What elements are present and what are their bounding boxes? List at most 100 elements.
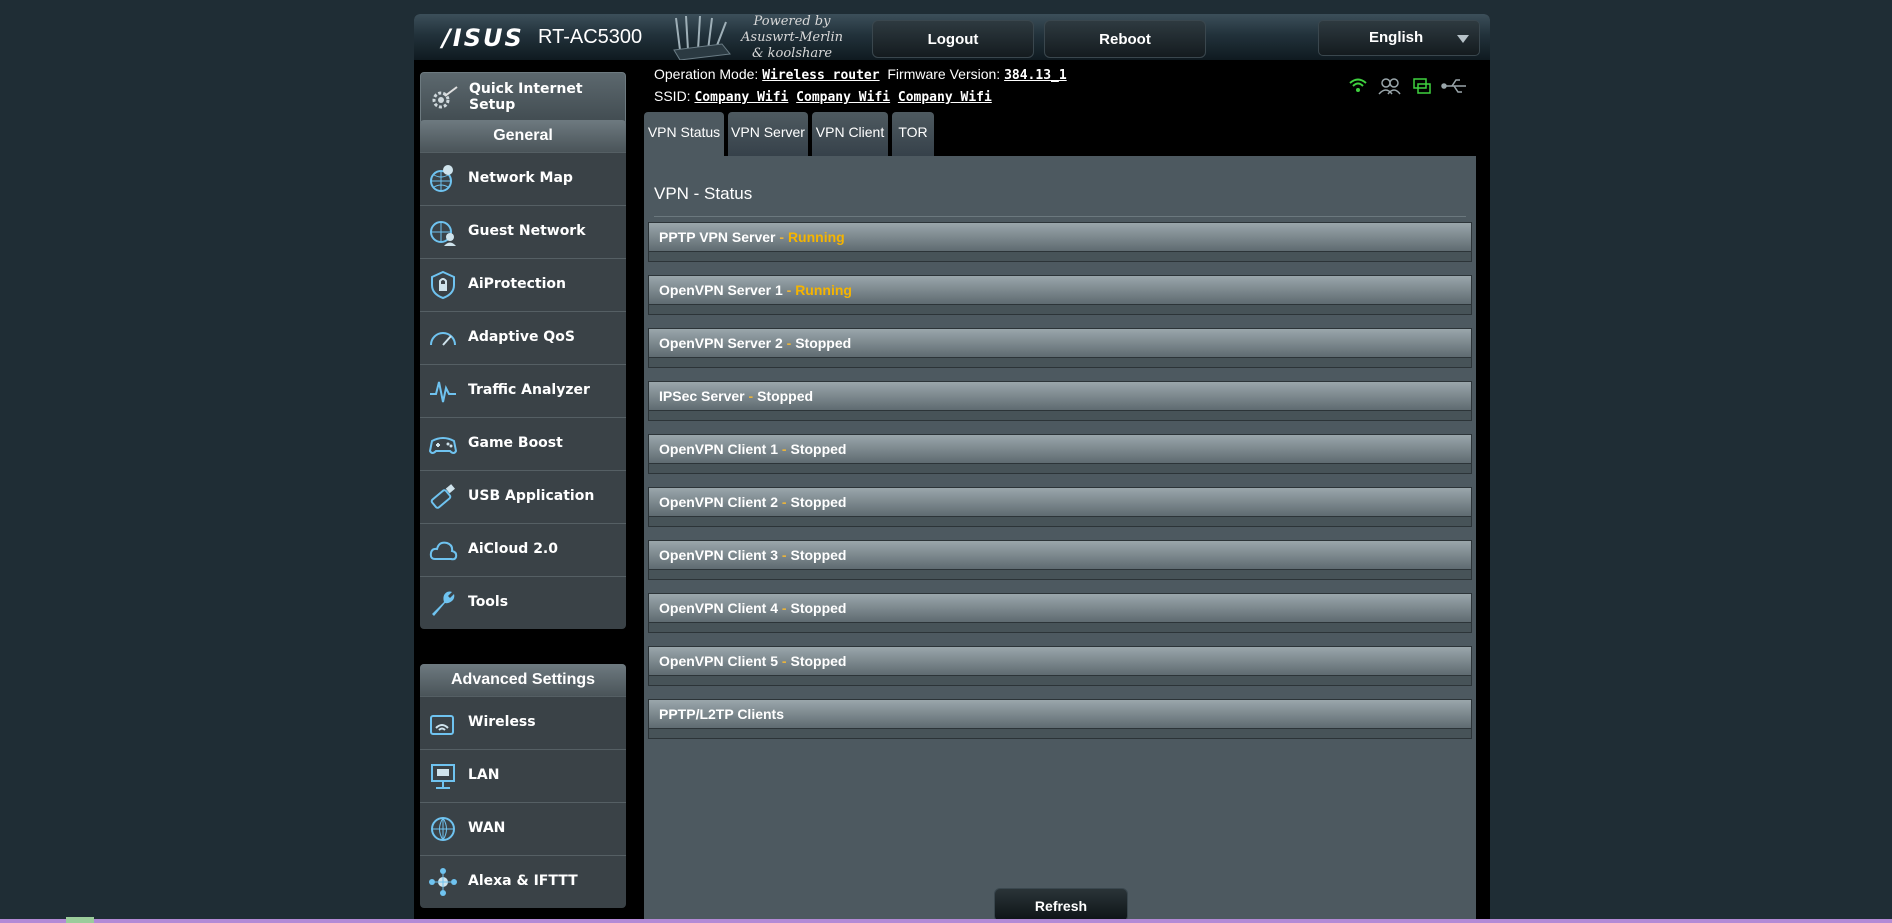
section-header[interactable]: OpenVPN Server 1 - Running	[648, 275, 1472, 305]
top-bar: /ISUS RT-AC5300 Powered by Asuswrt-Merli…	[414, 14, 1490, 62]
powered-line-3: & koolshare	[751, 46, 833, 61]
advanced-menu: Advanced Settings Wireless LAN WAN Alexa & …	[420, 664, 626, 908]
vpn-section-pptp-l2tp-clients[interactable]: PPTP/L2TP Clients	[648, 699, 1472, 739]
section-body	[648, 411, 1472, 421]
section-header[interactable]: PPTP VPN Server - Running	[648, 222, 1472, 252]
refresh-button[interactable]: Refresh	[994, 888, 1128, 922]
sidebar-item-guest-network[interactable]: Guest Network	[420, 205, 626, 258]
vpn-section-openvpn-client-5[interactable]: OpenVPN Client 5 - Stopped	[648, 646, 1472, 686]
sidebar-item-lan[interactable]: LAN	[420, 749, 626, 802]
sidebar-item-label: Alexa & IFTTT	[468, 873, 578, 889]
sidebar-item-usb-application[interactable]: USB Application	[420, 470, 626, 523]
sidebar-item-label: LAN	[468, 767, 500, 783]
vpn-section-openvpn-client-3[interactable]: OpenVPN Client 3 - Stopped	[648, 540, 1472, 580]
status-separator: -	[778, 441, 791, 457]
gamepad-icon	[428, 437, 458, 454]
section-body	[648, 464, 1472, 474]
section-status: Stopped	[790, 441, 847, 457]
clients-icon[interactable]	[1378, 78, 1401, 95]
wireless-icon	[430, 715, 454, 735]
vpn-section-openvpn-server-2[interactable]: OpenVPN Server 2 - Stopped	[648, 328, 1472, 368]
wrench-icon	[432, 591, 455, 616]
section-header[interactable]: OpenVPN Client 5 - Stopped	[648, 646, 1472, 676]
sidebar-item-label: USB Application	[468, 488, 595, 504]
sidebar-item-label: AiCloud 2.0	[468, 541, 558, 557]
section-body	[648, 305, 1472, 315]
reboot-button[interactable]: Reboot	[1044, 20, 1206, 58]
section-name: IPSec Server	[659, 388, 745, 404]
vpn-section-openvpn-client-1[interactable]: OpenVPN Client 1 - Stopped	[648, 434, 1472, 474]
status-separator: -	[778, 653, 791, 669]
section-name: OpenVPN Server 2	[659, 335, 783, 351]
tab-vpn-client[interactable]: VPN Client	[812, 112, 888, 156]
lan-icon	[431, 764, 455, 789]
powered-line-2: Asuswrt-Merlin	[741, 30, 843, 45]
chevron-down-icon	[1457, 35, 1469, 43]
sidebar-item-aicloud-2-0[interactable]: AiCloud 2.0	[420, 523, 626, 576]
ssid-link-1[interactable]: Company Wifi	[694, 90, 788, 105]
vpn-section-openvpn-client-4[interactable]: OpenVPN Client 4 - Stopped	[648, 593, 1472, 633]
status-icons	[1349, 78, 1466, 95]
model-name: RT-AC5300	[538, 26, 643, 48]
sidebar-item-aiprotection[interactable]: AiProtection	[420, 258, 626, 311]
vpn-section-pptp-vpn-server[interactable]: PPTP VPN Server - Running	[648, 222, 1472, 262]
wifi-icon[interactable]	[1349, 78, 1367, 93]
logout-button[interactable]: Logout	[872, 20, 1034, 58]
operation-mode-link[interactable]: Wireless router	[762, 68, 879, 83]
vpn-status-panel: VPN - Status PPTP VPN Server - Running Op…	[644, 156, 1476, 923]
bottom-marker	[66, 917, 94, 923]
sidebar-item-wan[interactable]: WAN	[420, 802, 626, 855]
router-frame: /ISUS RT-AC5300 Powered by Asuswrt-Merli…	[414, 14, 1490, 923]
sidebar-item-alexa-ifttt[interactable]: Alexa & IFTTT	[420, 855, 626, 908]
sidebar-item-game-boost[interactable]: Game Boost	[420, 417, 626, 470]
vpn-section-openvpn-server-1[interactable]: OpenVPN Server 1 - Running	[648, 275, 1472, 315]
vpn-section-openvpn-client-2[interactable]: OpenVPN Client 2 - Stopped	[648, 487, 1472, 527]
section-header[interactable]: OpenVPN Client 3 - Stopped	[648, 540, 1472, 570]
section-header[interactable]: OpenVPN Client 4 - Stopped	[648, 593, 1472, 623]
language-select[interactable]: English	[1318, 20, 1480, 56]
section-header[interactable]: IPSec Server - Stopped	[648, 381, 1472, 411]
section-status: Running	[795, 282, 852, 298]
sidebar-item-wireless[interactable]: Wireless	[420, 696, 626, 749]
powered-by: Powered by Asuswrt-Merlin & koolshare	[732, 14, 852, 62]
section-status: Stopped	[790, 547, 847, 563]
ssid-link-2[interactable]: Company Wifi	[796, 90, 890, 105]
firmware-link[interactable]: 384.13_1	[1004, 68, 1067, 83]
usb-icon[interactable]	[1441, 79, 1466, 93]
section-body	[648, 729, 1472, 739]
sidebar-item-label: AiProtection	[468, 276, 566, 292]
tab-vpn-server[interactable]: VPN Server	[728, 112, 808, 156]
section-header[interactable]: PPTP/L2TP Clients	[648, 699, 1472, 729]
section-status: Stopped	[790, 494, 847, 510]
tab-vpn-status[interactable]: VPN Status	[644, 112, 724, 156]
section-header[interactable]: OpenVPN Server 2 - Stopped	[648, 328, 1472, 358]
bottom-edge	[0, 919, 1892, 923]
section-header[interactable]: OpenVPN Client 2 - Stopped	[648, 487, 1472, 517]
sidebar-item-traffic-analyzer[interactable]: Traffic Analyzer	[420, 364, 626, 417]
status-separator: -	[744, 388, 758, 404]
operation-info: Operation Mode: Wireless router Firmware…	[654, 64, 1067, 108]
page-title: VPN - Status	[654, 184, 753, 203]
guest-globe-icon	[430, 221, 456, 246]
shield-lock-icon	[431, 270, 455, 300]
tab-tor[interactable]: TOR	[892, 112, 934, 156]
ssid-link-3[interactable]: Company Wifi	[898, 90, 992, 105]
sidebar-item-network-map[interactable]: Network Map	[420, 152, 626, 205]
section-name: OpenVPN Server 1	[659, 282, 783, 298]
alexa-icon	[429, 868, 457, 896]
status-separator: -	[778, 600, 791, 616]
advanced-header: Advanced Settings	[420, 664, 626, 696]
waveform-icon	[430, 381, 456, 403]
section-body	[648, 517, 1472, 527]
section-header[interactable]: OpenVPN Client 1 - Stopped	[648, 434, 1472, 464]
wan-globe-icon	[431, 817, 455, 841]
sidebar-item-adaptive-qos[interactable]: Adaptive QoS	[420, 311, 626, 364]
status-separator: -	[778, 547, 791, 563]
sidebar-item-label: WAN	[468, 820, 506, 836]
sidebar-item-tools[interactable]: Tools	[420, 576, 626, 629]
brand-logo: /ISUS	[442, 24, 524, 52]
network-icon[interactable]	[1413, 78, 1431, 94]
vpn-section-ipsec-server[interactable]: IPSec Server - Stopped	[648, 381, 1472, 421]
section-name: OpenVPN Client 3	[659, 547, 779, 563]
quick-setup-label: Quick Internet Setup	[469, 81, 583, 113]
